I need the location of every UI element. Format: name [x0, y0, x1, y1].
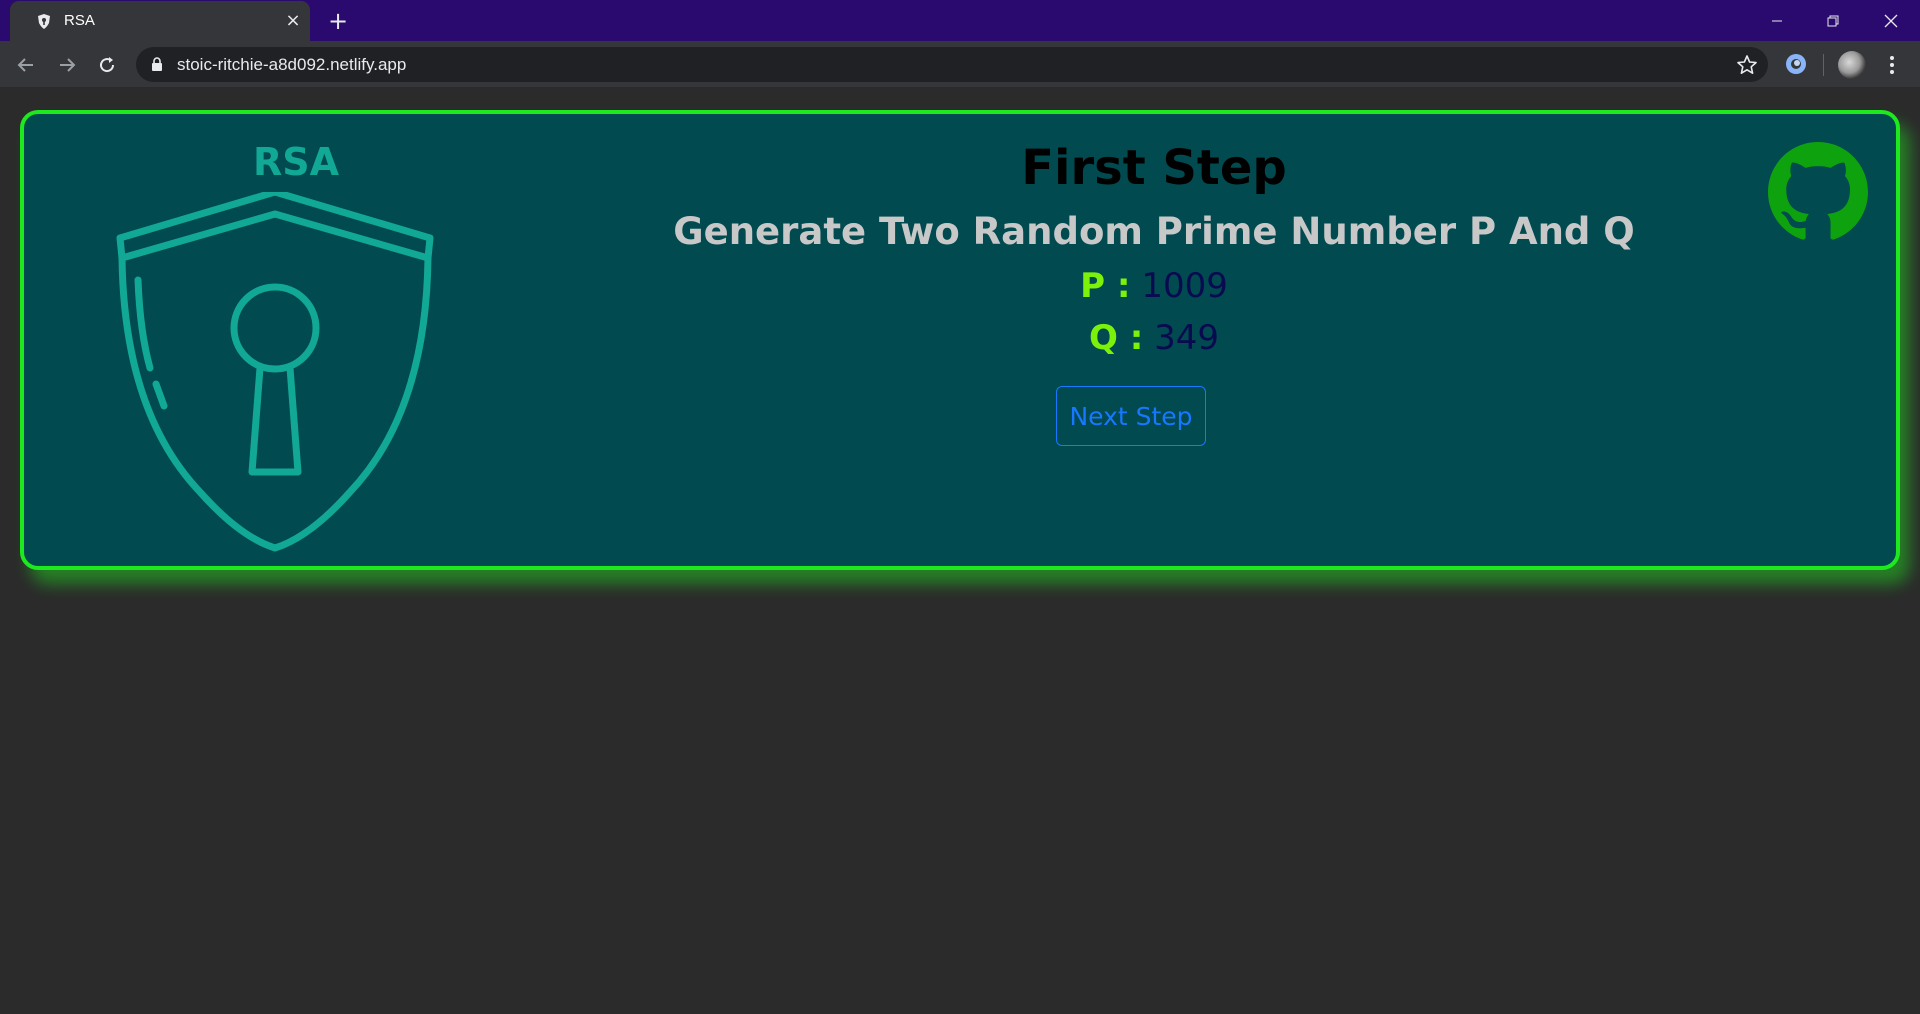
lock-icon	[152, 57, 162, 71]
tab-title: RSA	[64, 12, 95, 29]
browser-tab[interactable]: RSA ×	[10, 1, 310, 41]
tab-close-icon[interactable]: ×	[282, 10, 304, 32]
profile-avatar[interactable]	[1838, 51, 1866, 79]
logo-title: RSA	[252, 140, 340, 184]
prime-q-row: Q : 349	[904, 318, 1404, 358]
next-step-button[interactable]: Next Step	[1056, 386, 1206, 446]
shield-favicon-icon	[38, 14, 50, 29]
reload-icon[interactable]	[93, 51, 121, 79]
rsa-card: RSA First Step Generate Two Random Prime…	[20, 110, 1900, 570]
browser-toolbar: stoic-ritchie-a8d092.netlify.app	[0, 41, 1920, 88]
step-subtitle: Generate Two Random Prime Number P And Q	[673, 210, 1635, 253]
close-window-icon[interactable]	[1868, 0, 1914, 41]
menu-icon[interactable]	[1880, 51, 1904, 79]
new-tab-button[interactable]: +	[325, 8, 351, 34]
restore-icon[interactable]	[1810, 0, 1856, 41]
q-label: Q :	[1088, 318, 1144, 358]
shield-lock-icon	[116, 192, 434, 552]
back-icon[interactable]	[12, 51, 40, 79]
toolbar-separator	[1823, 54, 1824, 76]
forward-icon[interactable]	[53, 51, 81, 79]
address-bar[interactable]: stoic-ritchie-a8d092.netlify.app	[136, 47, 1768, 82]
q-value: 349	[1154, 318, 1220, 358]
step-title: First Step	[1021, 140, 1287, 196]
extension-icon[interactable]	[1784, 52, 1808, 76]
star-icon[interactable]	[1736, 54, 1758, 76]
minimize-icon[interactable]	[1754, 0, 1800, 41]
p-label: P :	[1080, 266, 1131, 306]
prime-p-row: P : 1009	[904, 266, 1404, 306]
url-text[interactable]: stoic-ritchie-a8d092.netlify.app	[177, 55, 406, 75]
browser-titlebar: RSA × +	[0, 0, 1920, 41]
p-value: 1009	[1141, 266, 1228, 306]
github-icon[interactable]	[1768, 142, 1868, 242]
